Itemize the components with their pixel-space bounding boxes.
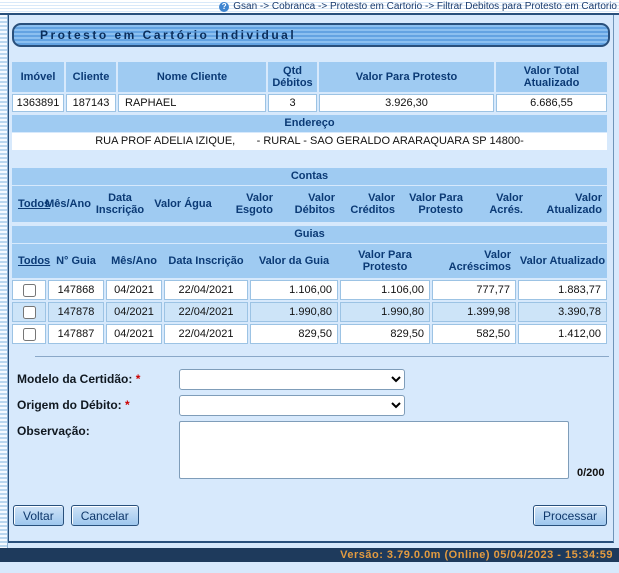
contas-header-valor-atualizado: Valor Atualizado — [530, 186, 607, 222]
summary-header-cliente: Cliente — [66, 62, 116, 92]
guia-mes-ano: 04/2021 — [106, 324, 162, 344]
breadcrumb[interactable]: Gsan -> Cobranca -> Protesto em Cartorio… — [233, 1, 617, 12]
contas-header-data-inscricao: Data Inscrição — [92, 186, 148, 222]
contas-table-header: Todos Mês/Ano Data Inscrição Valor Água … — [12, 186, 607, 222]
page-title-bar: Protesto em Cartório Individual — [12, 23, 610, 47]
endereco-title: Endereço — [12, 115, 607, 132]
guia-valor-da-guia: 829,50 — [250, 324, 338, 344]
guia-row: 147887 04/2021 22/04/2021 829,50 829,50 … — [12, 324, 607, 344]
summary-nome-cliente: RAPHAEL — [118, 94, 266, 112]
guia-valor-atualizado: 1.412,00 — [518, 324, 607, 344]
help-icon[interactable]: ? — [219, 2, 229, 12]
contas-header-valor-debitos: Valor Débitos — [280, 186, 340, 222]
action-button-row: Voltar Cancelar Processar — [13, 505, 607, 526]
page-title: Protesto em Cartório Individual — [40, 28, 296, 42]
cancelar-button[interactable]: Cancelar — [71, 505, 139, 526]
contas-select-all-link[interactable]: Todos — [12, 186, 44, 222]
summary-header-imovel: Imóvel — [12, 62, 64, 92]
guias-select-all-link[interactable]: Todos — [12, 244, 46, 278]
guias-header-valor-da-guia: Valor da Guia — [250, 244, 338, 278]
summary-imovel: 1363891 — [12, 94, 64, 112]
version-status-text: Versão: 3.79.0.0m (Online) 05/04/2023 - … — [340, 549, 613, 561]
guia-data-inscricao: 22/04/2021 — [164, 302, 248, 322]
guia-valor-atualizado: 1.883,77 — [518, 280, 607, 300]
contas-header-valor-acres: Valor Acrés. — [470, 186, 528, 222]
origem-debito-select[interactable] — [179, 395, 405, 416]
guia-row: 147878 04/2021 22/04/2021 1.990,80 1.990… — [12, 302, 607, 322]
guia-valor-para-protesto: 829,50 — [340, 324, 430, 344]
contas-section: Contas Todos Mês/Ano Data Inscrição Valo… — [12, 168, 607, 222]
modelo-certidao-select[interactable] — [179, 369, 405, 390]
main-frame: Protesto em Cartório Individual Imóvel C… — [8, 15, 614, 543]
required-marker: * — [136, 372, 141, 386]
left-striped-rail — [0, 15, 8, 548]
guia-n-guia: 147868 — [48, 280, 104, 300]
modelo-certidao-label: Modelo da Certidão: * — [17, 369, 179, 386]
guias-section: Guias Todos N° Guia Mês/Ano Data Inscriç… — [12, 226, 607, 344]
summary-qtd-debitos: 3 — [268, 94, 317, 112]
observacao-textarea[interactable] — [179, 421, 569, 479]
guia-row-checkbox[interactable] — [23, 328, 36, 341]
observacao-row: Observação: 0/200 — [17, 421, 613, 479]
guias-header-data-inscricao: Data Inscrição — [164, 244, 248, 278]
guias-header-valor-acrescimos: Valor Acréscimos — [432, 244, 516, 278]
guia-valor-acrescimos: 1.399,98 — [432, 302, 516, 322]
contas-header-valor-esgoto: Valor Esgoto — [218, 186, 278, 222]
guia-row-checkbox[interactable] — [23, 306, 36, 319]
guia-row: 147868 04/2021 22/04/2021 1.106,00 1.106… — [12, 280, 607, 300]
guia-n-guia: 147887 — [48, 324, 104, 344]
contas-header-valor-creditos: Valor Créditos — [342, 186, 400, 222]
section-divider — [35, 356, 609, 357]
guia-valor-atualizado: 3.390,78 — [518, 302, 607, 322]
observacao-char-counter: 0/200 — [577, 467, 605, 479]
modelo-certidao-row: Modelo da Certidão: * — [17, 369, 613, 390]
summary-header-valor-para-protesto: Valor Para Protesto — [319, 62, 494, 92]
summary-valor-para-protesto: 3.926,30 — [319, 94, 494, 112]
guia-mes-ano: 04/2021 — [106, 280, 162, 300]
endereco-section: Endereço RUA PROF ADELIA IZIQUE, - RURAL… — [12, 115, 607, 150]
summary-table: Imóvel Cliente Nome Cliente Qtd Débitos … — [12, 62, 607, 112]
summary-valor-total-atualizado: 6.686,55 — [496, 94, 607, 112]
guia-valor-acrescimos: 777,77 — [432, 280, 516, 300]
guia-valor-para-protesto: 1.106,00 — [340, 280, 430, 300]
guia-valor-da-guia: 1.990,80 — [250, 302, 338, 322]
summary-header-nome-cliente: Nome Cliente — [118, 62, 266, 92]
summary-row: 1363891 187143 RAPHAEL 3 3.926,30 6.686,… — [12, 94, 607, 112]
endereco-value: RUA PROF ADELIA IZIQUE, - RURAL - SAO GE… — [12, 133, 607, 150]
guia-row-checkbox[interactable] — [23, 284, 36, 297]
voltar-button[interactable]: Voltar — [13, 505, 64, 526]
guias-header-valor-para-protesto: Valor Para Protesto — [340, 244, 430, 278]
guias-header-mes-ano: Mês/Ano — [106, 244, 162, 278]
footer-bar: Versão: 3.79.0.0m (Online) 05/04/2023 - … — [0, 548, 619, 562]
breadcrumb-bar: ? Gsan -> Cobranca -> Protesto em Cartor… — [0, 0, 619, 13]
observacao-label: Observação: — [17, 421, 179, 438]
guia-data-inscricao: 22/04/2021 — [164, 280, 248, 300]
summary-table-header: Imóvel Cliente Nome Cliente Qtd Débitos … — [12, 62, 607, 92]
guias-header-valor-atualizado: Valor Atualizado — [518, 244, 607, 278]
contas-header-mes-ano: Mês/Ano — [46, 186, 90, 222]
contas-header-valor-para-protesto: Valor Para Protesto — [402, 186, 468, 222]
summary-header-qtd-debitos: Qtd Débitos — [268, 62, 317, 92]
guias-table-header: Todos N° Guia Mês/Ano Data Inscrição Val… — [12, 244, 607, 278]
guia-valor-para-protesto: 1.990,80 — [340, 302, 430, 322]
origem-debito-row: Origem do Débito: * — [17, 395, 613, 416]
guia-data-inscricao: 22/04/2021 — [164, 324, 248, 344]
guias-title: Guias — [12, 226, 607, 243]
summary-header-valor-total-atualizado: Valor Total Atualizado — [496, 62, 607, 92]
guia-valor-acrescimos: 582,50 — [432, 324, 516, 344]
guia-mes-ano: 04/2021 — [106, 302, 162, 322]
contas-header-valor-agua: Valor Água — [150, 186, 216, 222]
guia-n-guia: 147878 — [48, 302, 104, 322]
guia-valor-da-guia: 1.106,00 — [250, 280, 338, 300]
contas-title: Contas — [12, 168, 607, 185]
summary-cliente: 187143 — [66, 94, 116, 112]
origem-debito-label: Origem do Débito: * — [17, 395, 179, 412]
required-marker: * — [125, 398, 130, 412]
guias-header-n-guia: N° Guia — [48, 244, 104, 278]
processar-button[interactable]: Processar — [533, 505, 607, 526]
